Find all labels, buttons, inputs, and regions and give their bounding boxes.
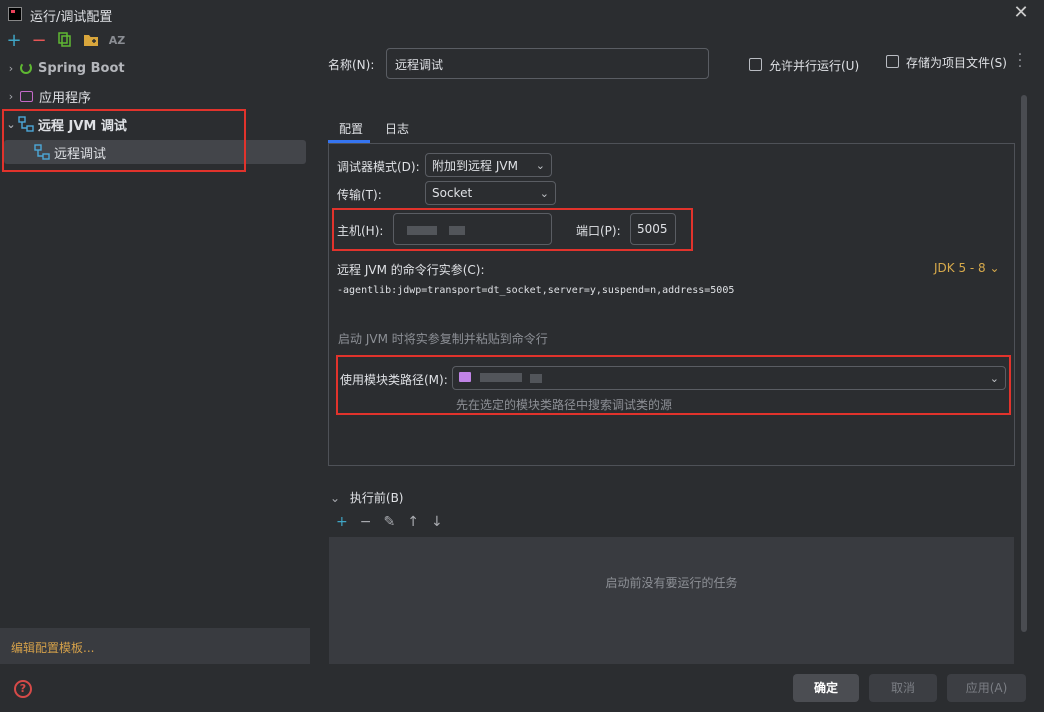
highlight-box: [2, 109, 246, 172]
power-icon: [20, 62, 32, 74]
more-options-icon[interactable]: · · ·: [1016, 48, 1024, 74]
folder-icon[interactable]: [82, 32, 100, 50]
highlight-box: [332, 208, 693, 251]
highlight-box: [336, 355, 1011, 415]
remove-icon[interactable]: −: [360, 514, 372, 530]
apply-button[interactable]: 应用(A): [947, 674, 1026, 702]
cmd-args-label: 远程 JVM 的命令行实参(C):: [337, 263, 485, 277]
move-up-icon[interactable]: ↑: [407, 514, 419, 530]
ok-button[interactable]: 确定: [793, 674, 859, 702]
add-icon[interactable]: +: [5, 32, 23, 50]
before-launch-list: [329, 537, 1014, 664]
transport-select[interactable]: Socket ⌄: [425, 181, 556, 205]
sidebar-item-label: 应用程序: [39, 90, 92, 106]
chevron-right-icon: ›: [8, 89, 14, 103]
cmd-args-value[interactable]: -agentlib:jdwp=transport=dt_socket,serve…: [337, 285, 734, 296]
name-input[interactable]: 远程调试: [386, 48, 709, 79]
store-as-file-checkbox[interactable]: [886, 55, 899, 68]
application-icon: [20, 90, 33, 102]
copy-icon[interactable]: [56, 32, 74, 50]
chevron-right-icon: ›: [8, 61, 14, 75]
remove-icon[interactable]: −: [30, 32, 48, 50]
store-as-file-label[interactable]: 存储为项目文件(S): [906, 54, 1007, 71]
tab-log[interactable]: 日志: [385, 120, 409, 137]
jdk-version-selector[interactable]: JDK 5 - 8 ⌄: [934, 261, 1000, 275]
move-down-icon[interactable]: ↓: [431, 514, 443, 530]
before-launch-toolbar: + − ✎ ↑ ↓: [336, 514, 443, 530]
scrollbar[interactable]: [1021, 95, 1027, 632]
transport-value: Socket: [432, 186, 473, 200]
allow-parallel-label[interactable]: 允许并行运行(U): [769, 57, 859, 74]
before-launch-label: 执行前(B): [349, 491, 404, 505]
chevron-down-icon: ⌄: [539, 186, 549, 200]
debugger-mode-select[interactable]: 附加到远程 JVM ⌄: [425, 153, 552, 177]
sidebar-item-application[interactable]: › 应用程序: [4, 84, 304, 108]
debugger-mode-value: 附加到远程 JVM: [432, 158, 518, 173]
app-icon: [8, 7, 22, 21]
chevron-down-icon: ⌄: [330, 491, 341, 505]
sidebar-item-spring-boot[interactable]: › Spring Boot: [4, 56, 304, 80]
title-bar: [0, 0, 1044, 28]
jdk-version-label: JDK 5 - 8: [934, 261, 986, 275]
edit-icon[interactable]: ✎: [383, 514, 395, 530]
edit-templates-link[interactable]: 编辑配置模板...: [11, 639, 94, 656]
chevron-down-icon: ⌄: [989, 261, 1000, 275]
window-title: 运行/调试配置: [30, 10, 113, 25]
help-icon[interactable]: ?: [14, 680, 32, 698]
tab-config[interactable]: 配置: [339, 120, 363, 137]
chevron-down-icon: ⌄: [535, 158, 545, 172]
debugger-mode-label: 调试器模式(D):: [337, 160, 420, 174]
sort-icon[interactable]: AZ: [108, 32, 126, 50]
allow-parallel-checkbox[interactable]: [749, 58, 762, 71]
cancel-button[interactable]: 取消: [869, 674, 937, 702]
sidebar-item-label: Spring Boot: [38, 60, 125, 76]
name-label: 名称(N):: [328, 58, 375, 72]
transport-label: 传输(T):: [337, 188, 382, 202]
before-launch-header[interactable]: ⌄ 执行前(B): [330, 489, 404, 506]
add-icon[interactable]: +: [336, 514, 348, 530]
before-launch-empty-text: 启动前没有要运行的任务: [605, 576, 738, 590]
close-icon[interactable]: ✕: [1012, 3, 1030, 23]
copy-hint: 启动 JVM 时将实参复制并粘贴到命令行: [338, 332, 548, 346]
